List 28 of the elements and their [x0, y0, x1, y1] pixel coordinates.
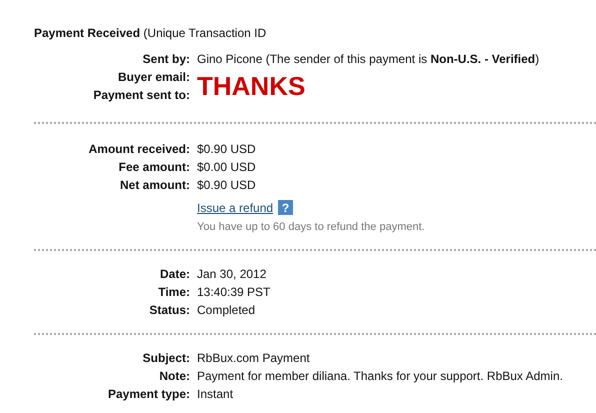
field-label: Subject:: [142, 351, 190, 365]
field-value: Payment for member diliana. Thanks for your support. RbBux Admin.: [197, 369, 564, 383]
field-value: 13:40:39 PST: [197, 285, 272, 299]
field-label: Date:: [158, 267, 190, 281]
field-value: $0.00 USD: [197, 160, 257, 174]
field-label: Status:: [148, 303, 190, 317]
field-value: Completed: [197, 303, 256, 317]
thanks-text: THANKS: [197, 73, 306, 99]
field-label: Buyer email:: [116, 70, 190, 84]
field-label: Amount received:: [88, 142, 190, 156]
transaction-id-label: (Unique Transaction ID: [143, 26, 266, 40]
field-value: Jan 30, 2012: [197, 267, 268, 281]
field-label: Payment sent to:: [92, 88, 190, 102]
field-value: RbBux.com Payment: [197, 351, 311, 365]
field-label: Payment type:: [106, 387, 190, 401]
field-label: Fee amount:: [118, 160, 190, 174]
help-icon[interactable]: ?: [278, 200, 294, 215]
field-value: $0.90 USD: [197, 178, 257, 192]
field-label: Note:: [158, 369, 190, 383]
page-title: Payment Received: [34, 26, 140, 40]
field-label: Sent by:: [142, 52, 190, 66]
field-label: Net amount:: [119, 178, 190, 192]
field-value: $0.90 USD: [197, 142, 257, 156]
field-label: Time:: [157, 285, 190, 299]
field-value: Instant: [197, 387, 234, 401]
refund-link[interactable]: Issue a refund: [197, 200, 274, 214]
field-value: Gino Picone (The sender of this payment is Non-U.S. - Verified): [197, 52, 540, 66]
refund-hint: You have up to 60 days to refund the payment.: [197, 221, 426, 233]
